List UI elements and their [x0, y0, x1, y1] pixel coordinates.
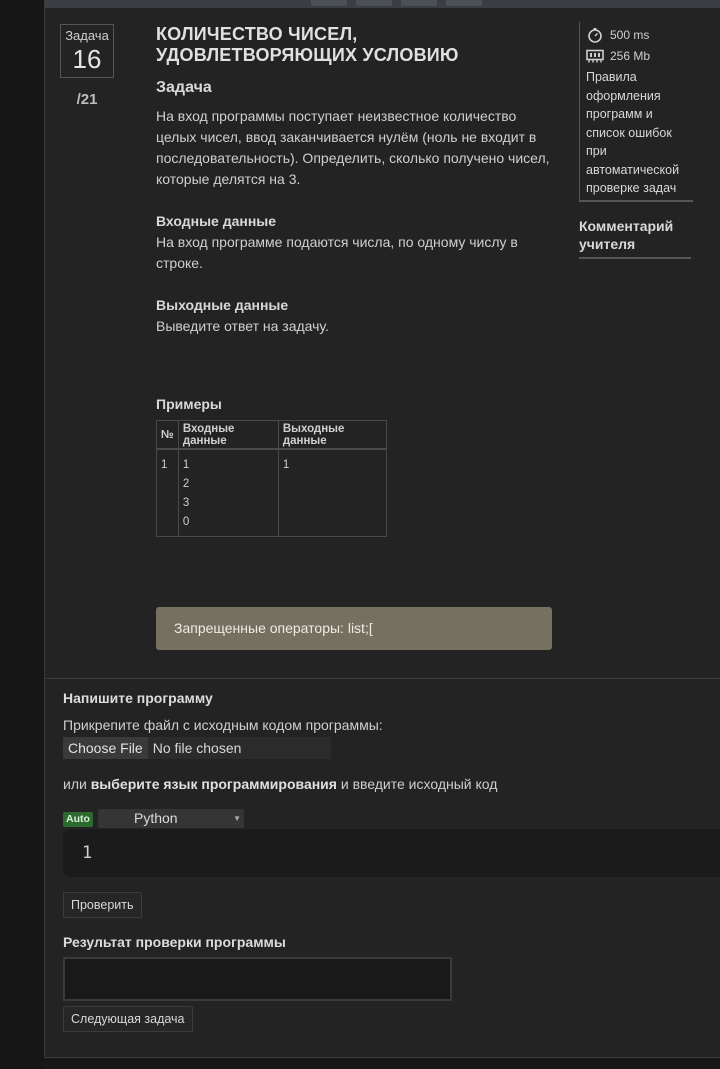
- result-heading: Результат проверки программы: [63, 934, 286, 950]
- top-nav-tab[interactable]: [356, 0, 392, 6]
- stopwatch-icon: [586, 27, 604, 43]
- memory-limit-row: 256 Mb: [586, 45, 693, 66]
- language-select-value: Python: [134, 810, 178, 826]
- examples-table: № Входные данные Выходные данные 1 1 2 3…: [156, 420, 387, 537]
- auto-language-badge[interactable]: Auto: [63, 812, 93, 827]
- write-program-heading: Напишите программу: [63, 690, 213, 706]
- example-input: 1 2 3 0: [177, 449, 279, 537]
- next-task-button[interactable]: Следующая задача: [63, 1006, 193, 1032]
- column-header-number: №: [156, 420, 179, 450]
- example-output: 1: [277, 449, 387, 537]
- example-input-line: 1: [182, 459, 190, 471]
- forbidden-operators-notice: Запрещенные операторы: list;[: [156, 607, 552, 650]
- or-prefix: или: [63, 776, 87, 792]
- example-input-line: 2: [182, 478, 190, 490]
- example-number: 1: [156, 449, 179, 537]
- check-button[interactable]: Проверить: [63, 892, 142, 918]
- examples-heading: Примеры: [156, 396, 222, 412]
- task-number: 16: [72, 44, 102, 74]
- task-sidebar: 500 ms 256 Mb Правила оформления програм…: [579, 22, 693, 259]
- chevron-down-icon: ▼: [233, 814, 241, 823]
- input-text: На вход программе подаются числа, по одн…: [156, 234, 518, 271]
- file-input[interactable]: Choose File No file chosen: [63, 737, 331, 759]
- task-panel: Задача 16 /21 КОЛИЧЕСТВО ЧИСЕЛ, УДОВЛЕТВ…: [44, 0, 720, 1058]
- teacher-comment-heading[interactable]: Комментарий учителя: [579, 217, 691, 259]
- time-limit-value: 500 ms: [610, 27, 650, 42]
- result-output: [63, 957, 452, 1001]
- language-instruction: или выберите язык программирования и вве…: [63, 776, 497, 792]
- problem-title-line-2: УДОВЛЕТВОРЯЮЩИХ УСЛОВИЮ: [156, 45, 459, 65]
- example-input-line: 0: [182, 516, 190, 528]
- code-editor[interactable]: 1: [63, 829, 720, 877]
- choose-language-text: выберите язык программирования: [90, 776, 337, 792]
- editor-line-number: 1: [82, 843, 93, 863]
- problem-title-line-1: КОЛИЧЕСТВО ЧИСЕЛ,: [156, 24, 358, 44]
- column-header-input: Входные данные: [177, 420, 279, 450]
- top-nav-tab[interactable]: [446, 0, 482, 6]
- top-nav-tab[interactable]: [401, 0, 437, 6]
- task-total: /21: [76, 91, 98, 108]
- time-limit-row: 500 ms: [586, 24, 693, 45]
- output-heading: Выходные данные: [156, 297, 289, 313]
- table-row: 1 1 2 3 0 1: [156, 449, 387, 537]
- no-file-label: No file chosen: [152, 740, 242, 756]
- task-number-box: Задача 16: [60, 24, 114, 78]
- task-label: Задача: [65, 28, 109, 43]
- statement-text: На вход программы поступает неизвестное …: [156, 108, 550, 187]
- input-heading: Входные данные: [156, 213, 277, 229]
- example-input-line: 3: [182, 497, 190, 509]
- left-gutter: [0, 0, 44, 1069]
- column-header-output: Выходные данные: [277, 420, 387, 450]
- top-navigation-strip: [45, 0, 720, 8]
- choose-file-button[interactable]: Choose File: [63, 737, 148, 759]
- output-text: Выведите ответ на задачу.: [156, 318, 329, 334]
- examples-header-row: № Входные данные Выходные данные: [156, 420, 387, 450]
- attach-file-label: Прикрепите файл с исходным кодом програм…: [63, 717, 383, 733]
- memory-chip-icon: [586, 49, 604, 63]
- problem-title: КОЛИЧЕСТВО ЧИСЕЛ, УДОВЛЕТВОРЯЮЩИХ УСЛОВИ…: [156, 24, 556, 66]
- memory-limit-value: 256 Mb: [610, 48, 651, 63]
- top-nav-tab[interactable]: [311, 0, 347, 6]
- statement-heading: Задача: [156, 79, 212, 96]
- rules-link[interactable]: Правила оформления программ и список оши…: [586, 66, 693, 198]
- language-select[interactable]: Python ▼: [98, 809, 244, 828]
- limits-box: 500 ms 256 Mb Правила оформления програм…: [579, 22, 693, 202]
- section-divider: [45, 678, 720, 679]
- or-suffix: и введите исходный код: [340, 776, 498, 792]
